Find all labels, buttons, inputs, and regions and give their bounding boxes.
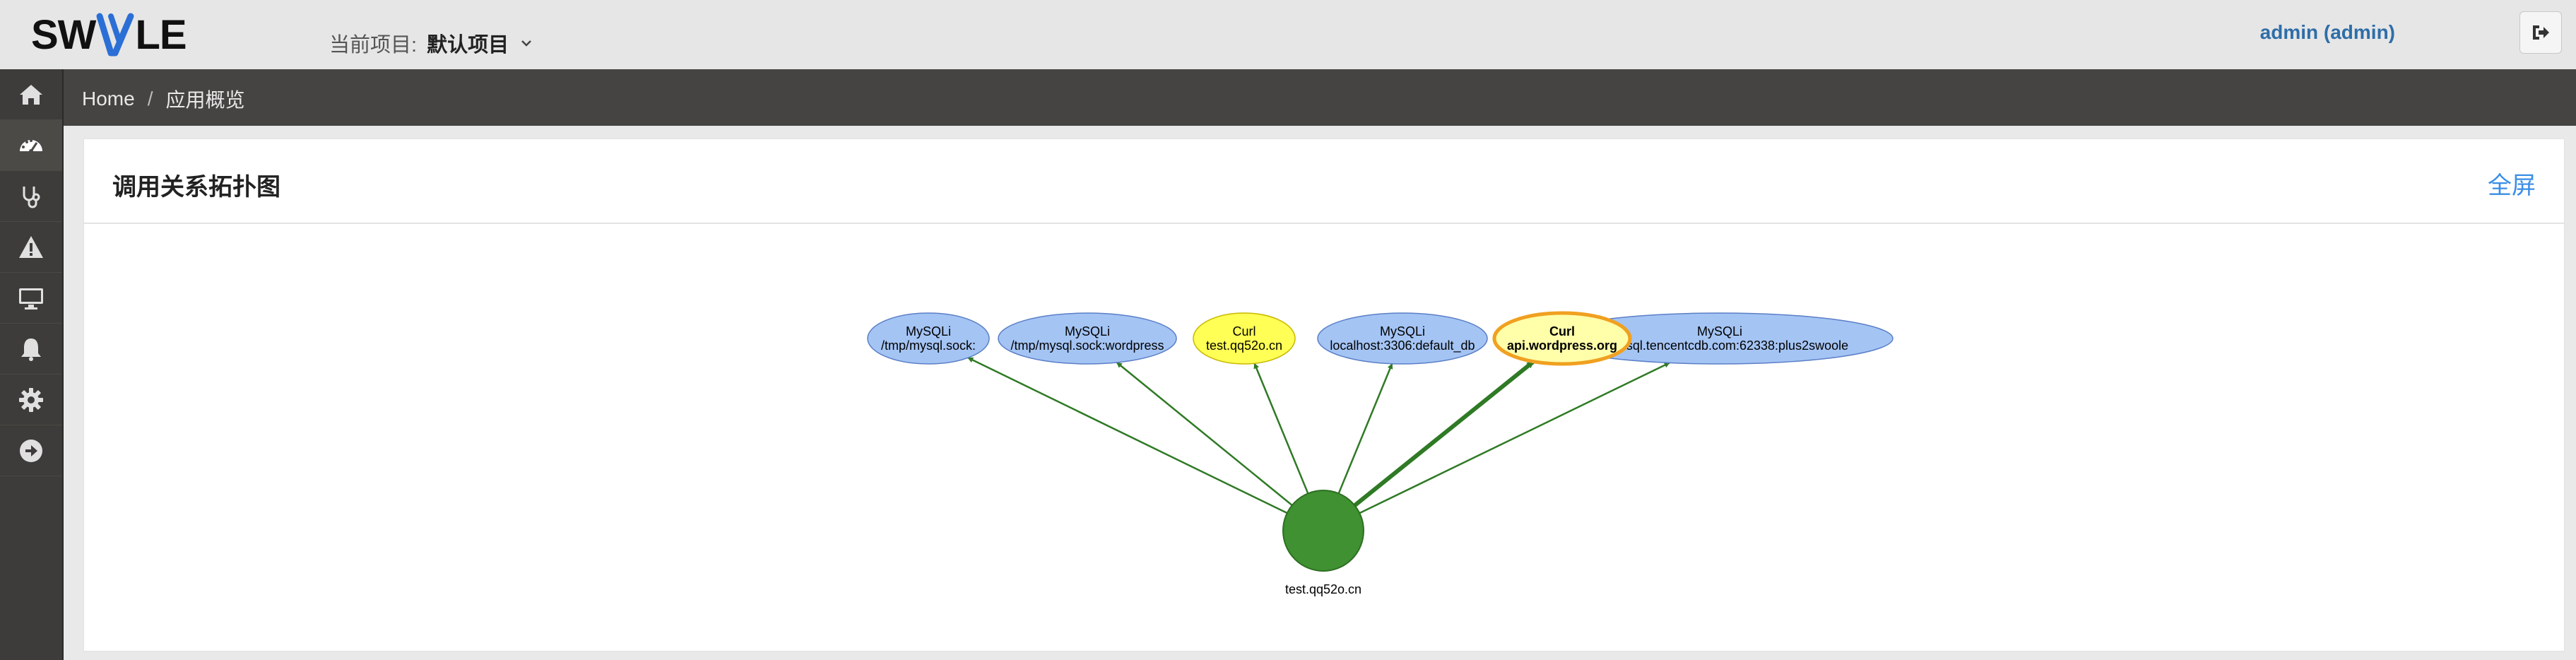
stethoscope-icon (23, 186, 40, 208)
breadcrumb-bar: Home / 应用概览 (64, 69, 2576, 126)
project-name[interactable]: 默认项目 (427, 28, 509, 58)
sidebar-item-settings[interactable] (0, 375, 62, 425)
user-menu-link[interactable]: admin (admin) (2260, 21, 2395, 44)
edge-4 (1359, 362, 1670, 514)
node-type-label: MySQLi (1380, 324, 1425, 338)
breadcrumb-home-link[interactable]: Home (82, 88, 135, 110)
graph-node-3[interactable]: MySQLilocalhost:3306:default_db (1317, 312, 1488, 365)
edges-group (967, 357, 1670, 514)
page-title: 调用关系拓扑图 (112, 174, 280, 201)
node-type-label: MySQLi (906, 324, 951, 338)
node-type-label: MySQLi (1065, 324, 1110, 338)
project-label: 当前项目: (329, 34, 418, 57)
breadcrumb-current: 应用概览 (165, 89, 245, 111)
graph-node-2[interactable]: Curltest.qq52o.cn (1193, 312, 1296, 365)
node-target-label: api.wordpress.org (1507, 338, 1617, 353)
edge-3 (1337, 363, 1393, 494)
sidebar-item-more[interactable] (0, 425, 62, 476)
node-target-label: localhost:3306:default_db (1330, 338, 1475, 353)
sidebar-item-alerts[interactable] (0, 222, 62, 273)
edge-5 (1353, 360, 1535, 507)
graph-node-5[interactable]: Curlapi.wordpress.org (1492, 311, 1632, 366)
fullscreen-button[interactable]: 全屏 (2488, 166, 2536, 201)
dashboard-icon (20, 139, 42, 153)
node-type-label: Curl (1232, 324, 1255, 338)
topology-panel: 调用关系拓扑图 全屏 MySQLi/tmp/mysql.sock: MySQLi /… (83, 139, 2565, 652)
sidebar-item-notifications[interactable] (0, 324, 62, 375)
logo-mark-icon (96, 13, 134, 57)
node-target-label: test.qq52o.cn (1206, 338, 1282, 353)
sidebar-item-home[interactable] (0, 69, 62, 120)
graph-node-1[interactable]: MySQLi/tmp/mysql.sock:wordpress (998, 312, 1177, 365)
nodes-group: MySQLi/tmp/mysql.sock:MySQLi/tmp/mysql.s… (867, 311, 1893, 596)
breadcrumb-separator: / (147, 88, 153, 110)
edge-2 (1253, 363, 1309, 494)
gear-icon (19, 387, 43, 412)
sidebar-item-monitor[interactable] (0, 273, 62, 324)
home-icon (20, 84, 42, 105)
panel-header: 调用关系拓扑图 全屏 (84, 139, 2564, 224)
monitor-icon (19, 288, 43, 310)
graph-node-0[interactable]: MySQLi/tmp/mysql.sock: (867, 312, 990, 365)
node-target-label: /tmp/mysql.sock: (881, 338, 976, 353)
bell-icon (21, 338, 41, 361)
topology-graph[interactable]: MySQLi/tmp/mysql.sock: MySQLi/tmp/mysql.s… (84, 224, 2564, 651)
edge-1 (1116, 362, 1293, 506)
sidebar-item-dashboard[interactable] (0, 120, 62, 171)
root-node-shape (1282, 490, 1364, 572)
logout-button[interactable] (2519, 11, 2562, 54)
root-node-label: test.qq52o.cn (1285, 582, 1361, 596)
node-type-label: MySQLi (1697, 324, 1742, 338)
node-target-label: /tmp/mysql.sock:wordpress (1010, 338, 1164, 353)
logo-text-right: LE (135, 11, 187, 58)
arrow-circle-right-icon (20, 439, 42, 462)
warning-icon (19, 235, 43, 258)
logo-text-left: SW (31, 11, 96, 58)
project-selector[interactable]: 当前项目: 默认项目 (329, 28, 534, 58)
chevron-down-icon[interactable] (519, 35, 534, 51)
sign-out-icon (2533, 25, 2549, 40)
breadcrumb: Home / 应用概览 (82, 85, 245, 113)
top-navbar: SW LE 当前项目: 默认项目 admin (admin) (0, 0, 2576, 70)
sidebar (0, 69, 64, 660)
graph-root-node[interactable]: test.qq52o.cn (1282, 490, 1364, 596)
node-type-label: Curl (1549, 324, 1575, 338)
sidebar-item-health[interactable] (0, 171, 62, 222)
edge-0 (967, 357, 1288, 514)
swoole-logo[interactable]: SW LE (31, 10, 187, 59)
